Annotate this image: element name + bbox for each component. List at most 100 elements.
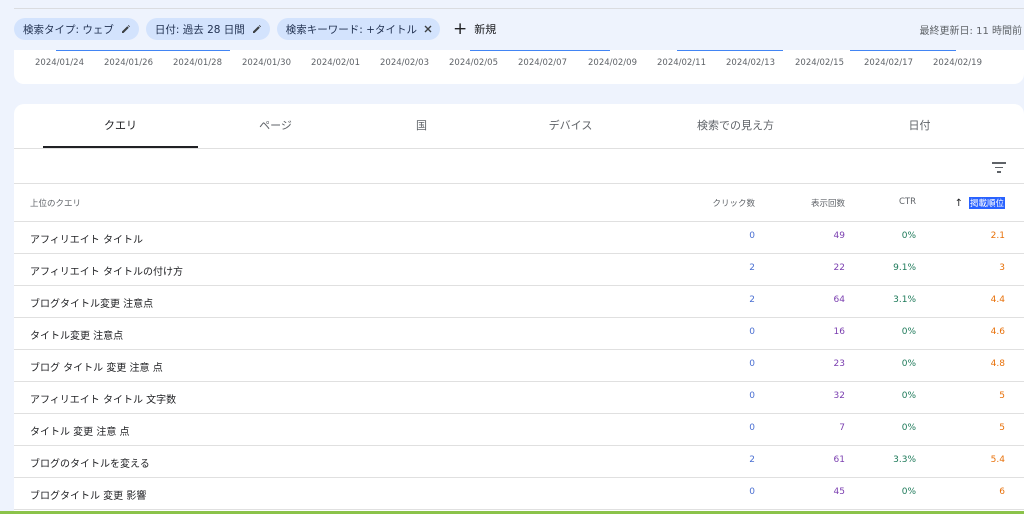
cell-ctr: 3.1% xyxy=(893,295,916,305)
cell-position: 4.8 xyxy=(990,359,1005,369)
table-row[interactable]: ブログタイトル変更 注意点 2 64 3.1% 4.4 xyxy=(14,286,1024,318)
last-updated-text: 最終更新日: 11 時間前 xyxy=(919,26,1022,37)
cell-clicks: 2 xyxy=(749,295,755,305)
header-ctr[interactable]: CTR xyxy=(899,197,916,207)
header-top-queries: 上位のクエリ xyxy=(30,199,82,209)
cell-ctr: 0% xyxy=(901,327,916,337)
table-toolbar xyxy=(14,149,1024,184)
table-row[interactable]: タイトル 変更 注意 点 0 7 0% 5 xyxy=(14,414,1024,446)
cell-position: 4.4 xyxy=(990,295,1005,305)
table-row[interactable]: アフィリエイト タイトルの付け方 2 22 9.1% 3 xyxy=(14,254,1024,286)
cell-position: 5.4 xyxy=(990,455,1005,465)
tab-countries[interactable]: 国 xyxy=(344,104,499,148)
tab-queries[interactable]: クエリ xyxy=(43,104,198,148)
filter-bar: 検索タイプ: ウェブ 日付: 過去 28 日間 検索キーワード: +タイトル +… xyxy=(14,17,1024,41)
x-tick-label: 2024/01/30 xyxy=(242,58,291,68)
tab-dates[interactable]: 日付 xyxy=(842,104,997,148)
cell-ctr: 0% xyxy=(901,359,916,369)
header-position-label: 掲載順位 xyxy=(968,197,1005,209)
header-position[interactable]: ↑ 掲載順位 xyxy=(955,197,1005,209)
cell-position: 4.6 xyxy=(990,327,1005,337)
x-tick-label: 2024/02/13 xyxy=(726,58,775,68)
cell-ctr: 3.3% xyxy=(893,455,916,465)
pencil-icon[interactable] xyxy=(252,24,262,34)
plus-icon: + xyxy=(452,18,468,39)
cell-clicks: 0 xyxy=(749,231,755,241)
tab-search-appearance[interactable]: 検索での見え方 xyxy=(658,104,813,148)
filter-chip-query[interactable]: 検索キーワード: +タイトル xyxy=(276,18,440,40)
header-clicks[interactable]: クリック数 xyxy=(712,197,755,209)
x-tick-label: 2024/02/15 xyxy=(795,58,844,68)
cell-ctr: 0% xyxy=(901,391,916,401)
cell-clicks: 0 xyxy=(749,359,755,369)
performance-chart: 2024/01/24 2024/01/26 2024/01/28 2024/01… xyxy=(14,50,1024,84)
dimension-tabs: クエリ ページ 国 デバイス 検索での見え方 日付 xyxy=(14,104,1024,149)
table-row[interactable]: アフィリエイト タイトル 文字数 0 32 0% 5 xyxy=(14,382,1024,414)
x-tick-label: 2024/02/11 xyxy=(657,58,706,68)
header-impressions[interactable]: 表示回数 xyxy=(811,197,845,209)
table-row[interactable]: タイトル変更 注意点 0 16 0% 4.6 xyxy=(14,318,1024,350)
table-row[interactable]: アフィリエイト タイトル 0 49 0% 2.1 xyxy=(14,222,1024,254)
cell-position: 2.1 xyxy=(990,231,1005,241)
x-tick-label: 2024/01/24 xyxy=(35,58,84,68)
filter-chip-search-type[interactable]: 検索タイプ: ウェブ xyxy=(14,18,139,40)
x-tick-label: 2024/02/05 xyxy=(449,58,498,68)
tab-pages[interactable]: ページ xyxy=(198,104,353,148)
x-tick-label: 2024/01/28 xyxy=(173,58,222,68)
cell-clicks: 0 xyxy=(749,423,755,433)
x-tick-label: 2024/02/09 xyxy=(588,58,637,68)
filter-chip-date[interactable]: 日付: 過去 28 日間 xyxy=(145,18,270,40)
active-tab-indicator xyxy=(43,146,198,148)
cell-position: 5 xyxy=(999,423,1005,433)
new-filter-button[interactable]: + 新規 xyxy=(452,18,497,39)
cell-ctr: 9.1% xyxy=(893,263,916,273)
cell-position: 3 xyxy=(999,263,1005,273)
table-row[interactable]: ブログタイトル 変更 影響 0 45 0% 6 xyxy=(14,478,1024,510)
cell-impressions: 22 xyxy=(833,263,845,273)
cell-clicks: 2 xyxy=(749,455,755,465)
cell-query: タイトル変更 注意点 xyxy=(30,331,124,342)
cell-impressions: 61 xyxy=(833,455,845,465)
cell-query: アフィリエイト タイトル xyxy=(30,235,143,246)
cell-query: ブログのタイトルを変える xyxy=(30,459,150,470)
table-row[interactable]: ブログのタイトルを変える 2 61 3.3% 5.4 xyxy=(14,446,1024,478)
cell-impressions: 23 xyxy=(833,359,845,369)
top-divider xyxy=(14,8,1024,9)
filter-chip-label: 検索キーワード: +タイトル xyxy=(285,23,417,36)
x-tick-label: 2024/02/19 xyxy=(933,58,982,68)
cell-impressions: 64 xyxy=(833,295,845,305)
tab-devices[interactable]: デバイス xyxy=(493,104,648,148)
queries-table-card: クエリ ページ 国 デバイス 検索での見え方 日付 上位のクエリ クリック数 表… xyxy=(14,104,1024,514)
cell-query: アフィリエイト タイトルの付け方 xyxy=(30,267,183,278)
x-tick-label: 2024/01/26 xyxy=(104,58,153,68)
cell-clicks: 0 xyxy=(749,327,755,337)
x-tick-label: 2024/02/07 xyxy=(518,58,567,68)
cell-impressions: 45 xyxy=(833,487,845,497)
cell-impressions: 32 xyxy=(833,391,845,401)
cell-ctr: 0% xyxy=(901,487,916,497)
cell-ctr: 0% xyxy=(901,231,916,241)
close-icon[interactable] xyxy=(424,25,432,33)
x-tick-label: 2024/02/01 xyxy=(311,58,360,68)
cell-query: ブログ タイトル 変更 注意 点 xyxy=(30,363,163,374)
cell-impressions: 7 xyxy=(839,423,845,433)
cell-query: ブログタイトル変更 注意点 xyxy=(30,299,154,310)
x-tick-label: 2024/02/17 xyxy=(864,58,913,68)
pencil-icon[interactable] xyxy=(121,24,131,34)
cell-clicks: 2 xyxy=(749,263,755,273)
filter-chip-label: 日付: 過去 28 日間 xyxy=(154,23,245,36)
cell-query: タイトル 変更 注意 点 xyxy=(30,427,130,438)
cell-impressions: 16 xyxy=(833,327,845,337)
filter-chip-label: 検索タイプ: ウェブ xyxy=(23,23,114,36)
table-row[interactable]: ブログ タイトル 変更 注意 点 0 23 0% 4.8 xyxy=(14,350,1024,382)
cell-position: 6 xyxy=(999,487,1005,497)
x-tick-label: 2024/02/03 xyxy=(380,58,429,68)
table-header: 上位のクエリ クリック数 表示回数 CTR ↑ 掲載順位 xyxy=(14,184,1024,222)
cell-position: 5 xyxy=(999,391,1005,401)
cell-impressions: 49 xyxy=(833,231,845,241)
cell-query: アフィリエイト タイトル 文字数 xyxy=(30,395,177,406)
cell-clicks: 0 xyxy=(749,487,755,497)
new-filter-label: 新規 xyxy=(474,23,497,36)
cell-clicks: 0 xyxy=(749,391,755,401)
filter-rows-icon[interactable] xyxy=(992,162,1006,173)
